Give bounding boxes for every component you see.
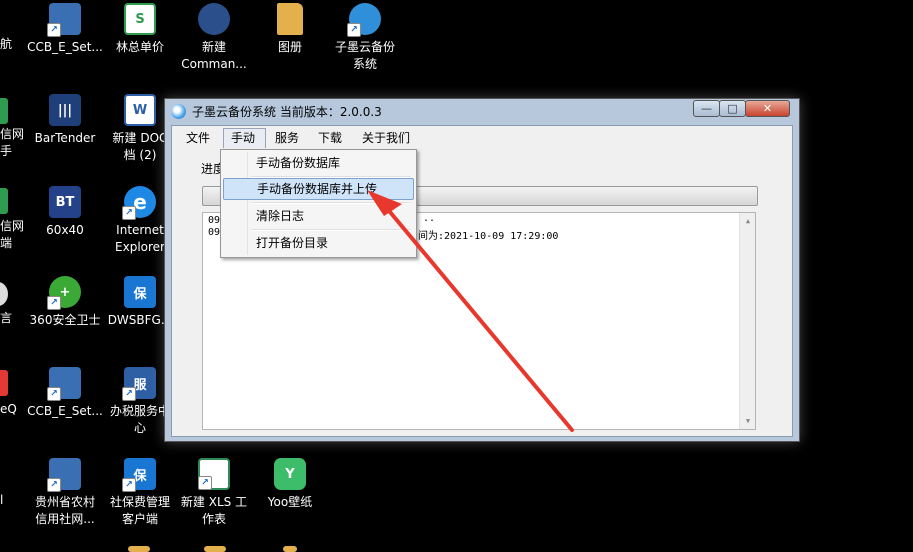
annotation-arrow <box>367 190 574 432</box>
